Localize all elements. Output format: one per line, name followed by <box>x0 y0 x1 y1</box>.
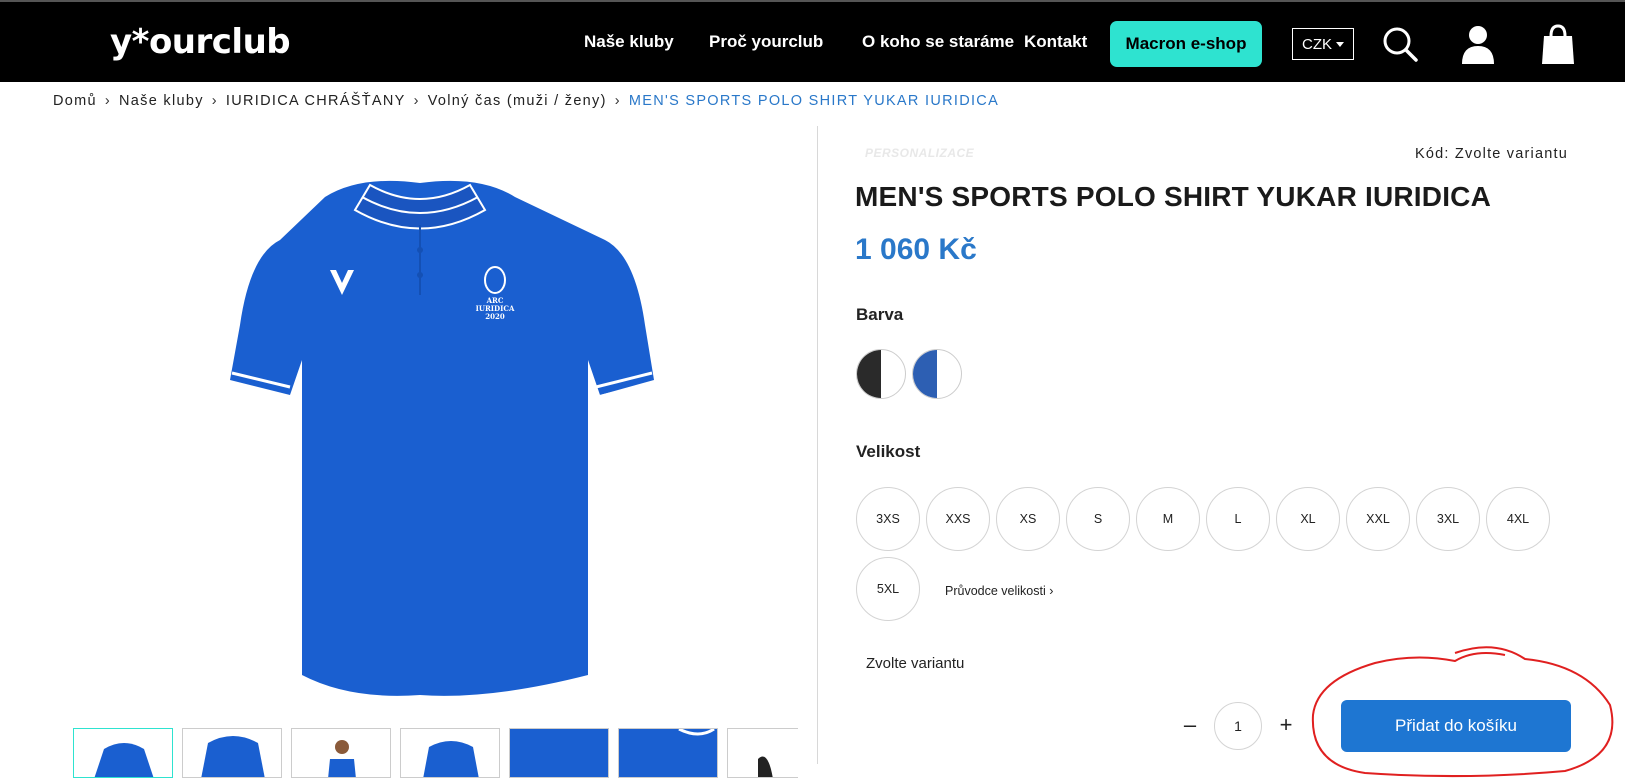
nav-item-kontakt[interactable]: Kontakt <box>1024 32 1087 52</box>
thumbnail[interactable] <box>73 728 173 778</box>
quantity-input[interactable]: 1 <box>1214 702 1262 750</box>
column-divider <box>817 126 818 764</box>
quantity-increase-button[interactable]: + <box>1274 712 1298 738</box>
polo-shirt-image <box>229 180 655 696</box>
breadcrumb-club[interactable]: IURIDICA CHRÁŠŤANY <box>226 93 406 109</box>
product-code: Kód: Zvolte variantu <box>1415 146 1568 162</box>
product-price: 1 060 Kč <box>855 233 977 266</box>
personalization-label: PERSONALIZACE <box>865 146 975 160</box>
thumbnail[interactable] <box>618 728 718 778</box>
size-option-xxs[interactable]: XXS <box>926 487 990 551</box>
breadcrumb: Domů › Naše kluby › IURIDICA CHRÁŠŤANY ›… <box>53 93 999 109</box>
breadcrumb-separator: › <box>614 93 621 109</box>
breadcrumb-separator: › <box>104 93 112 109</box>
swatch-fill <box>913 350 937 398</box>
size-option-3xl[interactable]: 3XL <box>1416 487 1480 551</box>
size-option-l[interactable]: L <box>1206 487 1270 551</box>
thumbnail[interactable] <box>291 728 391 778</box>
thumbnail[interactable] <box>727 728 798 778</box>
size-option-5xl[interactable]: 5XL <box>856 557 920 621</box>
currency-value: CZK <box>1302 35 1332 53</box>
product-title: MEN'S SPORTS POLO SHIRT YUKAR IURIDICA <box>855 181 1492 212</box>
cart-icon[interactable] <box>1536 22 1580 66</box>
breadcrumb-current: MEN'S SPORTS POLO SHIRT YUKAR IURIDICA <box>628 93 1000 109</box>
site-logo[interactable]: y*ourclub <box>110 22 291 62</box>
shirt-logo-text: ARC IURIDICA 2020 <box>465 297 525 321</box>
breadcrumb-nase-kluby[interactable]: Naše kluby <box>119 93 204 109</box>
thumbnail[interactable] <box>509 728 609 778</box>
size-option-4xl[interactable]: 4XL <box>1486 487 1550 551</box>
breadcrumb-category[interactable]: Volný čas (muži / ženy) <box>428 93 607 109</box>
breadcrumb-separator: › <box>413 93 420 109</box>
thumbnail[interactable] <box>400 728 500 778</box>
add-to-cart-button[interactable]: Přidat do košíku <box>1341 700 1571 752</box>
user-icon[interactable] <box>1456 22 1500 66</box>
size-option-s[interactable]: S <box>1066 487 1130 551</box>
size-label: Velikost <box>856 442 921 461</box>
color-swatch-blue[interactable] <box>912 349 962 399</box>
swatch-fill <box>857 350 881 398</box>
thumbnail-strip <box>73 728 798 778</box>
currency-select[interactable]: CZK <box>1292 28 1354 60</box>
quantity-decrease-button[interactable]: – <box>1178 712 1202 738</box>
nav-item-o-koho-se-starame[interactable]: O koho se staráme <box>862 32 1014 52</box>
breadcrumb-home[interactable]: Domů <box>53 93 97 109</box>
size-option-xs[interactable]: XS <box>996 487 1060 551</box>
chevron-down-icon <box>1336 41 1344 47</box>
nav-item-proc-yourclub[interactable]: Proč yourclub <box>709 32 823 52</box>
breadcrumb-separator: › <box>211 93 218 109</box>
size-guide-link[interactable]: Průvodce velikosti › <box>945 584 1053 598</box>
search-icon[interactable] <box>1378 22 1422 66</box>
size-option-3xs[interactable]: 3XS <box>856 487 920 551</box>
thumbnail[interactable] <box>182 728 282 778</box>
size-option-xl[interactable]: XL <box>1276 487 1340 551</box>
site-header: y*ourclub Naše kluby Proč yourclub O koh… <box>0 0 1625 82</box>
shirt-logo-line: 2020 <box>485 312 505 321</box>
macron-eshop-button[interactable]: Macron e-shop <box>1110 21 1262 67</box>
variant-message: Zvolte variantu <box>866 655 965 672</box>
product-main-image[interactable]: ARC IURIDICA 2020 <box>70 155 797 715</box>
nav-item-nase-kluby[interactable]: Naše kluby <box>584 32 674 52</box>
color-swatch-black[interactable] <box>856 349 906 399</box>
size-option-xxl[interactable]: XXL <box>1346 487 1410 551</box>
size-option-m[interactable]: M <box>1136 487 1200 551</box>
color-label: Barva <box>856 305 904 324</box>
